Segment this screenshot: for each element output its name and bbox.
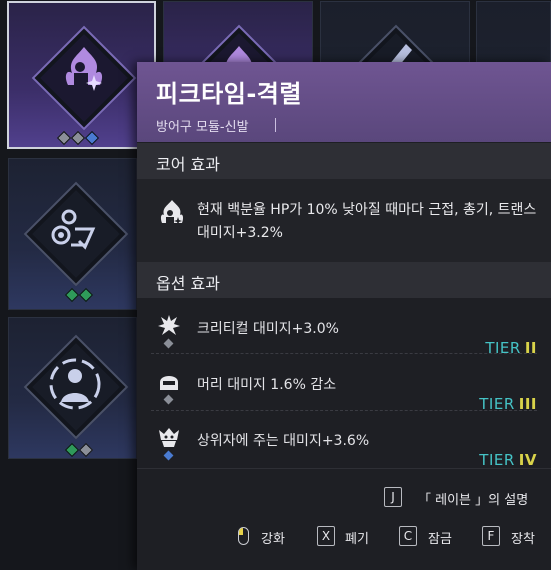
- rarity-pips: [64, 287, 94, 303]
- option-tier: TIER II: [485, 339, 537, 357]
- equip-label[interactable]: 장착: [511, 528, 535, 547]
- option-text: 크리티컬 대미지+3.0%: [197, 321, 339, 337]
- lock-label[interactable]: 잠금: [428, 528, 452, 547]
- option-text: 상위자에 주는 대미지+3.6%: [197, 433, 370, 449]
- option-effect-label: 옵션 효과: [156, 274, 220, 293]
- option-effect-header: 옵션 효과: [137, 262, 551, 298]
- gear-cluster-icon: [51, 209, 96, 250]
- pip: [56, 130, 72, 146]
- core-effect-label: 코어 효과: [156, 155, 220, 174]
- explosion-icon: [158, 315, 180, 335]
- option-grade-pip: [163, 450, 174, 461]
- footer-divider: [137, 468, 551, 469]
- equip-key[interactable]: F: [482, 526, 500, 546]
- option-divider: [151, 410, 537, 411]
- pip: [70, 130, 86, 146]
- helmet-icon: [160, 376, 178, 390]
- pip: [78, 442, 94, 458]
- option-text: 머리 대미지 1.6% 감소: [197, 377, 337, 393]
- subtitle-divider: [275, 118, 276, 132]
- rarity-pips: [56, 130, 100, 146]
- tier-label: TIER: [479, 451, 515, 469]
- tier-number: II: [524, 339, 537, 357]
- module-title: 피크타임-격렬: [156, 80, 302, 108]
- module-slot-6[interactable]: [8, 317, 137, 459]
- tier-number: IV: [518, 451, 537, 469]
- option-grade-pip: [163, 394, 174, 405]
- module-slot-5[interactable]: [8, 158, 137, 310]
- module-subtitle: 방어구 모듈-신발: [156, 120, 249, 135]
- pip: [64, 442, 80, 458]
- pip: [84, 130, 100, 146]
- pip: [64, 287, 80, 303]
- core-effect-text: 현재 백분율 HP가 10% 낮아질 때마다 근접, 총기, 트랜스 대미지+3…: [197, 202, 537, 241]
- option-grade-pip: [163, 338, 174, 349]
- lock-key[interactable]: C: [399, 526, 417, 546]
- target-person-icon: [49, 358, 101, 410]
- option-divider: [151, 353, 537, 354]
- boss-icon: [159, 428, 179, 447]
- module-tooltip: 피크타임-격렬 방어구 모듈-신발 코어 효과 현재 백분율 HP가 10% 낮…: [137, 62, 551, 570]
- core-effect-header: 코어 효과: [137, 143, 551, 179]
- rarity-pips: [64, 442, 94, 458]
- tier-label: TIER: [485, 339, 521, 357]
- flame-figure-icon: [160, 200, 184, 227]
- flame-figure-icon: [65, 47, 103, 91]
- module-slot-1[interactable]: [7, 1, 156, 149]
- option-row: 상위자에 주는 대미지+3.6% TIER IV: [137, 418, 551, 474]
- describe-key[interactable]: J: [384, 487, 402, 507]
- discard-label[interactable]: 폐기: [345, 528, 369, 547]
- mouse-left-icon: [238, 527, 249, 545]
- tooltip-header: 피크타임-격렬 방어구 모듈-신발: [137, 62, 551, 142]
- discard-key[interactable]: X: [317, 526, 335, 546]
- core-effect-body: 현재 백분율 HP가 10% 낮아질 때마다 근접, 총기, 트랜스 대미지+3…: [137, 179, 551, 263]
- describe-label[interactable]: 「 레이븐 」의 설명: [418, 489, 528, 508]
- option-tier: TIER IV: [479, 451, 537, 469]
- upgrade-label[interactable]: 강화: [261, 528, 285, 547]
- pip: [78, 287, 94, 303]
